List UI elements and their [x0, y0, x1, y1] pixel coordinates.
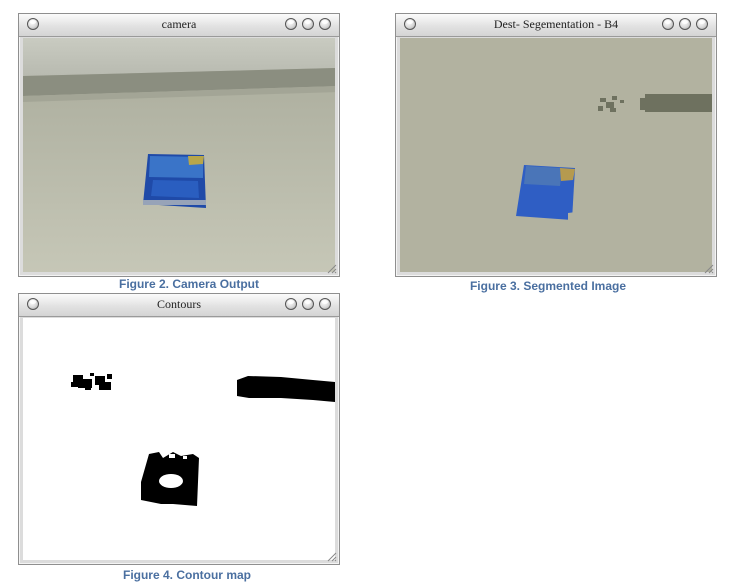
camera-frame	[23, 38, 335, 272]
zoom-button[interactable]	[302, 298, 314, 310]
contours-titlebar[interactable]: Contours	[19, 294, 339, 317]
camera-titlebar[interactable]: camera	[19, 14, 339, 37]
blue-book	[143, 154, 206, 208]
minimize-button[interactable]	[285, 18, 297, 30]
window-title: Contours	[156, 297, 201, 311]
resize-grip-icon[interactable]	[702, 262, 714, 274]
segmentation-window: Dest- Segementation - B4	[395, 13, 717, 277]
close-button[interactable]	[27, 298, 39, 310]
window-title: Dest- Segementation - B4	[493, 17, 619, 31]
zoom-button[interactable]	[302, 18, 314, 30]
contours-window: Contours	[18, 293, 340, 565]
contour-frame	[23, 318, 335, 560]
zoom-button[interactable]	[679, 18, 691, 30]
close-button[interactable]	[404, 18, 416, 30]
figure-3-caption: Figure 3. Segmented Image	[469, 279, 627, 293]
camera-image	[23, 38, 335, 272]
resize-grip-icon[interactable]	[325, 550, 337, 562]
figure-4-caption: Figure 4. Contour map	[122, 568, 251, 582]
collapse-button[interactable]	[319, 298, 331, 310]
camera-window: camera	[18, 13, 340, 277]
resize-grip-icon[interactable]	[325, 262, 337, 274]
minimize-button[interactable]	[285, 298, 297, 310]
segmented-frame	[400, 38, 712, 272]
collapse-button[interactable]	[319, 18, 331, 30]
figure-2-caption: Figure 2. Camera Output	[118, 277, 260, 291]
close-button[interactable]	[27, 18, 39, 30]
segmented-book-region	[516, 165, 576, 222]
contour-blob-bottom	[141, 452, 199, 506]
window-title: camera	[161, 17, 197, 31]
minimize-button[interactable]	[662, 18, 674, 30]
segmentation-titlebar[interactable]: Dest- Segementation - B4	[396, 14, 716, 37]
segmented-image	[400, 38, 712, 272]
contour-image	[23, 318, 335, 560]
collapse-button[interactable]	[696, 18, 708, 30]
